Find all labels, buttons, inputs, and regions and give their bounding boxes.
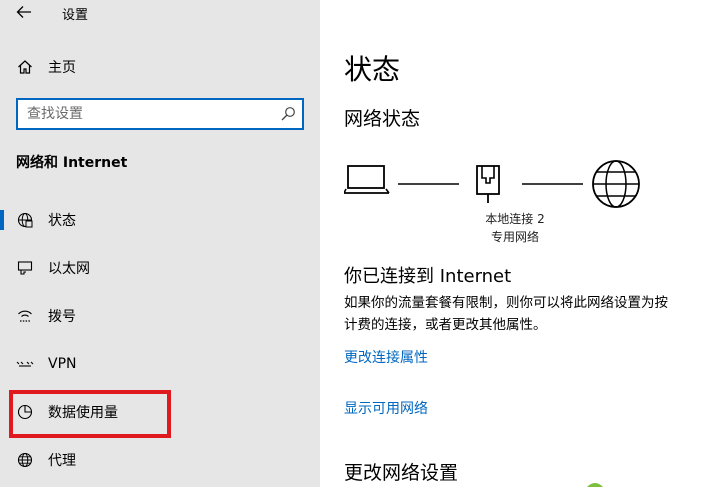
search-icon[interactable]	[280, 106, 296, 122]
section-title: 网络和 Internet	[16, 155, 128, 171]
network-type: 专用网络	[490, 230, 539, 244]
network-diagram: 本地连接 2 专用网络	[344, 155, 654, 250]
search-box[interactable]	[16, 98, 304, 130]
sidebar-item-dialup[interactable]: 拨号	[0, 298, 320, 334]
internet-globe-icon	[592, 160, 640, 208]
sidebar-item-status[interactable]: 状态	[0, 202, 320, 238]
sidebar-item-label: 拨号	[48, 309, 76, 325]
ethernet-adapter-icon	[476, 165, 500, 203]
watermark-icon	[587, 483, 603, 487]
show-available-networks-link[interactable]: 显示可用网络	[344, 398, 428, 418]
change-connection-properties-link[interactable]: 更改连接属性	[344, 347, 428, 367]
sidebar-item-label: 数据使用量	[48, 405, 118, 421]
home-icon	[16, 58, 34, 76]
sidebar-item-label: 代理	[48, 453, 76, 469]
network-status-heading: 网络状态	[344, 108, 421, 130]
ethernet-icon	[16, 259, 34, 277]
change-network-settings-heading: 更改网络设置	[344, 462, 459, 484]
sidebar-item-label: 状态	[48, 213, 76, 229]
main-content: 状态 网络状态 本地连接 2 专用网络 你已连接到 Internet 如果你的流…	[320, 0, 707, 487]
arrow-left-icon	[16, 6, 31, 18]
sidebar-item-home[interactable]: 主页	[0, 49, 320, 85]
page-title: 状态	[344, 53, 401, 86]
description-line: 如果你的流量套餐有限制，则你可以将此网络设置为按	[344, 295, 668, 311]
sidebar-item-proxy[interactable]: 代理	[0, 442, 320, 478]
description-line: 计费的连接，或者更改其他属性。	[344, 317, 547, 333]
sidebar-item-label: VPN	[48, 356, 77, 372]
sidebar-item-vpn[interactable]: VPN	[0, 346, 320, 382]
data-usage-icon	[16, 403, 34, 421]
back-button[interactable]	[10, 0, 38, 24]
connection-status-heading: 你已连接到 Internet	[344, 266, 512, 287]
adapter-name: 本地连接 2	[485, 212, 545, 226]
sidebar-item-data-usage[interactable]: 数据使用量	[0, 394, 320, 430]
search-input[interactable]	[18, 106, 268, 122]
globe-status-icon	[16, 211, 34, 229]
sidebar-item-label: 以太网	[48, 261, 90, 277]
connection-description: 如果你的流量套餐有限制，则你可以将此网络设置为按 计费的连接，或者更改其他属性。	[344, 292, 707, 336]
dialup-icon	[16, 307, 34, 325]
sidebar-item-label: 主页	[48, 60, 76, 76]
sidebar: 设置 主页 网络和 Internet 状态	[0, 0, 320, 487]
globe-icon	[16, 451, 34, 469]
laptop-icon	[344, 165, 390, 194]
vpn-icon	[16, 355, 34, 373]
window-title: 设置	[62, 8, 89, 23]
sidebar-item-ethernet[interactable]: 以太网	[0, 250, 320, 286]
